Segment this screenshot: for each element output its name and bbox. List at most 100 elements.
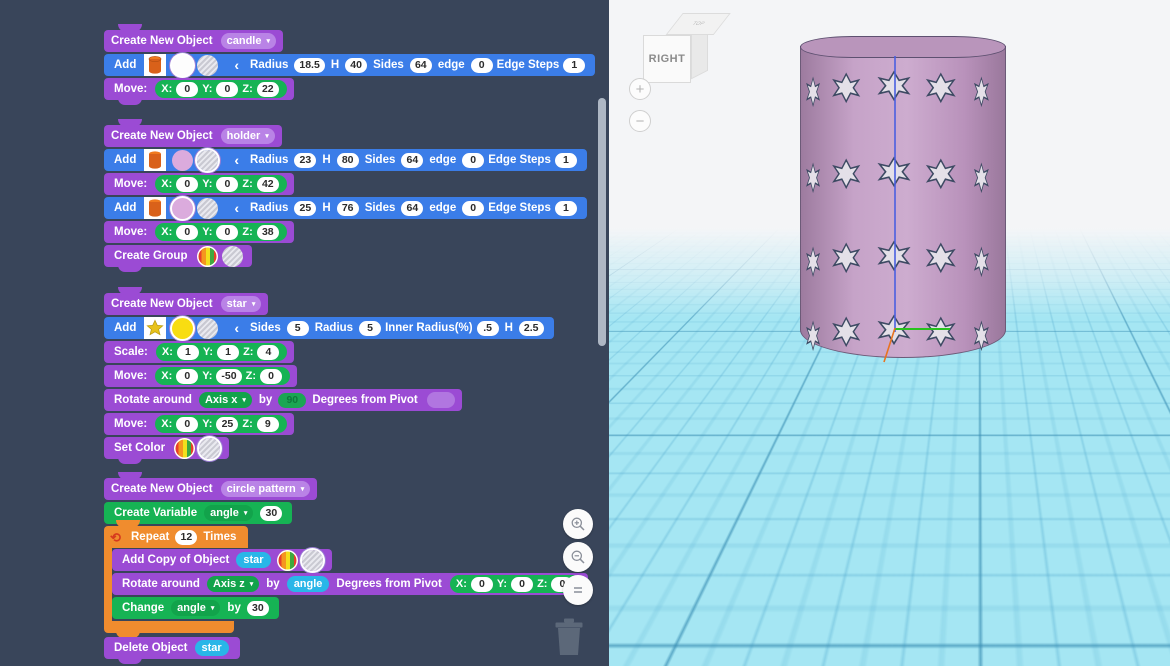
move-x-input[interactable]: 0 (176, 417, 198, 432)
move-block-candle[interactable]: Move: X: 0 Y: 0 Z: 22 (104, 78, 294, 100)
repeat-body[interactable]: Add Copy of Object star Rotate around Ax… (112, 548, 588, 621)
scale-xyz-group[interactable]: X: 1 Y: 1 Z: 4 (156, 343, 288, 361)
viewport-zoom-in-button[interactable]: + (629, 78, 651, 100)
rotate-around-block-star[interactable]: Rotate around Axis x ▾ by 90 Degrees fro… (104, 389, 462, 411)
axis-dropdown[interactable]: Axis z ▾ (207, 576, 259, 592)
move-z-input[interactable]: 42 (257, 177, 279, 192)
trash-icon[interactable] (554, 618, 584, 656)
move-block-star-2[interactable]: Move: X: 0 Y: 25 Z: 9 (104, 413, 294, 435)
cylinder-icon[interactable] (144, 54, 166, 76)
object-name-dropdown[interactable]: candle ▾ (221, 33, 276, 49)
sides-input[interactable]: 64 (401, 201, 423, 216)
move-z-input[interactable]: 22 (257, 82, 279, 97)
rotate-around-block-pattern[interactable]: Rotate around Axis z ▾ by angle Degrees … (112, 573, 588, 595)
create-new-object-block-circle-pattern[interactable]: Create New Object circle pattern ▾ (104, 478, 317, 500)
move-block-holder-outer[interactable]: Move: X: 0 Y: 0 Z: 42 (104, 173, 294, 195)
color-swatch-white[interactable] (172, 55, 193, 76)
view-cube[interactable]: TOP RIGHT (635, 13, 707, 85)
variable-value-input[interactable]: 30 (260, 506, 282, 521)
move-x-input[interactable]: 0 (176, 225, 198, 240)
degrees-variable[interactable]: angle (287, 576, 330, 592)
view-cube-front-face[interactable]: RIGHT (643, 35, 691, 83)
radius-input[interactable]: 23 (294, 153, 316, 168)
object-name-dropdown[interactable]: circle pattern ▾ (221, 481, 311, 497)
collapse-chevron-icon[interactable]: ‹ (234, 200, 239, 216)
height-input[interactable]: 2.5 (519, 321, 544, 336)
create-new-object-block-holder[interactable]: Create New Object holder ▾ (104, 125, 282, 147)
object-name-dropdown[interactable]: star ▾ (221, 296, 262, 312)
viewport-zoom-out-button[interactable]: − (629, 110, 651, 132)
scale-y-input[interactable]: 1 (217, 345, 239, 360)
move-block-star-1[interactable]: Move: X: 0 Y: -50 Z: 0 (104, 365, 297, 387)
pivot-empty-slot[interactable] (427, 392, 455, 408)
edge-steps-input[interactable]: 1 (555, 153, 577, 168)
color-swatch-pink[interactable] (172, 150, 193, 171)
edge-input[interactable]: 0 (462, 201, 484, 216)
move-xyz-group[interactable]: X: 0 Y: 25 Z: 9 (155, 415, 287, 433)
change-amount-input[interactable]: 30 (247, 601, 269, 616)
code-panel-scrollbar[interactable] (598, 98, 606, 346)
sides-input[interactable]: 64 (401, 153, 423, 168)
scale-x-input[interactable]: 1 (177, 345, 199, 360)
object-name-dropdown[interactable]: holder ▾ (221, 128, 275, 144)
add-shape-block-star[interactable]: Add ‹ Sides 5 Radius 5 Inner Radius(%) .… (104, 317, 554, 339)
3d-viewport[interactable]: TOP RIGHT + − (609, 0, 1170, 666)
move-xyz-group[interactable]: X: 0 Y: 0 Z: 38 (155, 223, 287, 241)
collapse-chevron-icon[interactable]: ‹ (234, 320, 239, 336)
radius-input[interactable]: 25 (294, 201, 316, 216)
height-input[interactable]: 80 (337, 153, 359, 168)
delete-object-block[interactable]: Delete Object star (104, 637, 240, 659)
move-xyz-group[interactable]: X: 0 Y: 0 Z: 22 (155, 80, 287, 98)
inner-radius-input[interactable]: .5 (477, 321, 499, 336)
radius-input[interactable]: 5 (359, 321, 381, 336)
move-xyz-group[interactable]: X: 0 Y: -50 Z: 0 (155, 367, 290, 385)
code-zoom-out-button[interactable] (563, 542, 593, 572)
code-zoom-in-button[interactable] (563, 509, 593, 539)
pivot-xyz-group[interactable]: X: 0 Y: 0 Z: 0 (450, 575, 582, 593)
collapse-chevron-icon[interactable]: ‹ (234, 152, 239, 168)
create-group-block[interactable]: Create Group (104, 245, 252, 267)
repeat-block[interactable]: ⟲ Repeat 12 Times Add Copy of Object sta… (104, 526, 588, 633)
color-swatch-pink[interactable] (172, 198, 193, 219)
color-swatch-hatched[interactable] (197, 318, 218, 339)
block-group-star[interactable]: Create New Object star ▾ Add ‹ Sides 5 (104, 293, 554, 461)
color-swatch-hatched[interactable] (222, 246, 243, 267)
code-fit-button[interactable] (563, 575, 593, 605)
move-y-input[interactable]: -50 (216, 369, 241, 384)
code-blocks-panel[interactable]: Create New Object candle ▾ Add ‹ Radius (0, 0, 609, 666)
color-swatch-hatched[interactable] (199, 438, 220, 459)
edge-input[interactable]: 0 (462, 153, 484, 168)
height-input[interactable]: 76 (337, 201, 359, 216)
add-shape-block-holder-outer[interactable]: Add ‹ Radius 23 H 80 Sides 64 edge 0 Edg… (104, 149, 587, 171)
variable-dropdown[interactable]: angle ▾ (171, 600, 220, 616)
move-y-input[interactable]: 0 (216, 177, 238, 192)
color-swatch-rainbow[interactable] (197, 246, 218, 267)
move-z-input[interactable]: 0 (260, 369, 282, 384)
color-swatch-hatched[interactable] (197, 150, 218, 171)
move-xyz-group[interactable]: X: 0 Y: 0 Z: 42 (155, 175, 287, 193)
set-color-block[interactable]: Set Color (104, 437, 229, 459)
pivot-x-input[interactable]: 0 (471, 577, 493, 592)
blocks-canvas[interactable]: Create New Object candle ▾ Add ‹ Radius (0, 0, 609, 666)
edge-steps-input[interactable]: 1 (563, 58, 585, 73)
move-x-input[interactable]: 0 (176, 82, 198, 97)
add-shape-block-holder-inner[interactable]: Add ‹ Radius 25 H 76 Sides 64 edge 0 Edg… (104, 197, 587, 219)
move-y-input[interactable]: 0 (216, 82, 238, 97)
axis-dropdown[interactable]: Axis x ▾ (199, 392, 252, 408)
move-x-input[interactable]: 0 (176, 177, 198, 192)
variable-dropdown[interactable]: angle ▾ (204, 505, 253, 521)
star-icon[interactable] (144, 317, 166, 339)
degrees-input[interactable]: 90 (278, 393, 306, 408)
edge-input[interactable]: 0 (471, 58, 493, 73)
create-new-object-block-candle[interactable]: Create New Object candle ▾ (104, 30, 283, 52)
sides-input[interactable]: 5 (287, 321, 309, 336)
block-group-circle-pattern[interactable]: Create New Object circle pattern ▾ Creat… (104, 478, 588, 661)
move-y-input[interactable]: 25 (216, 417, 238, 432)
color-swatch-hatched[interactable] (197, 55, 218, 76)
block-group-holder[interactable]: Create New Object holder ▾ Add ‹ Radius (104, 125, 587, 269)
sides-input[interactable]: 64 (410, 58, 432, 73)
color-swatch-yellow[interactable] (172, 318, 193, 339)
radius-input[interactable]: 18.5 (294, 58, 324, 73)
cylinder-icon[interactable] (144, 149, 166, 171)
color-swatch-hatched[interactable] (302, 550, 323, 571)
